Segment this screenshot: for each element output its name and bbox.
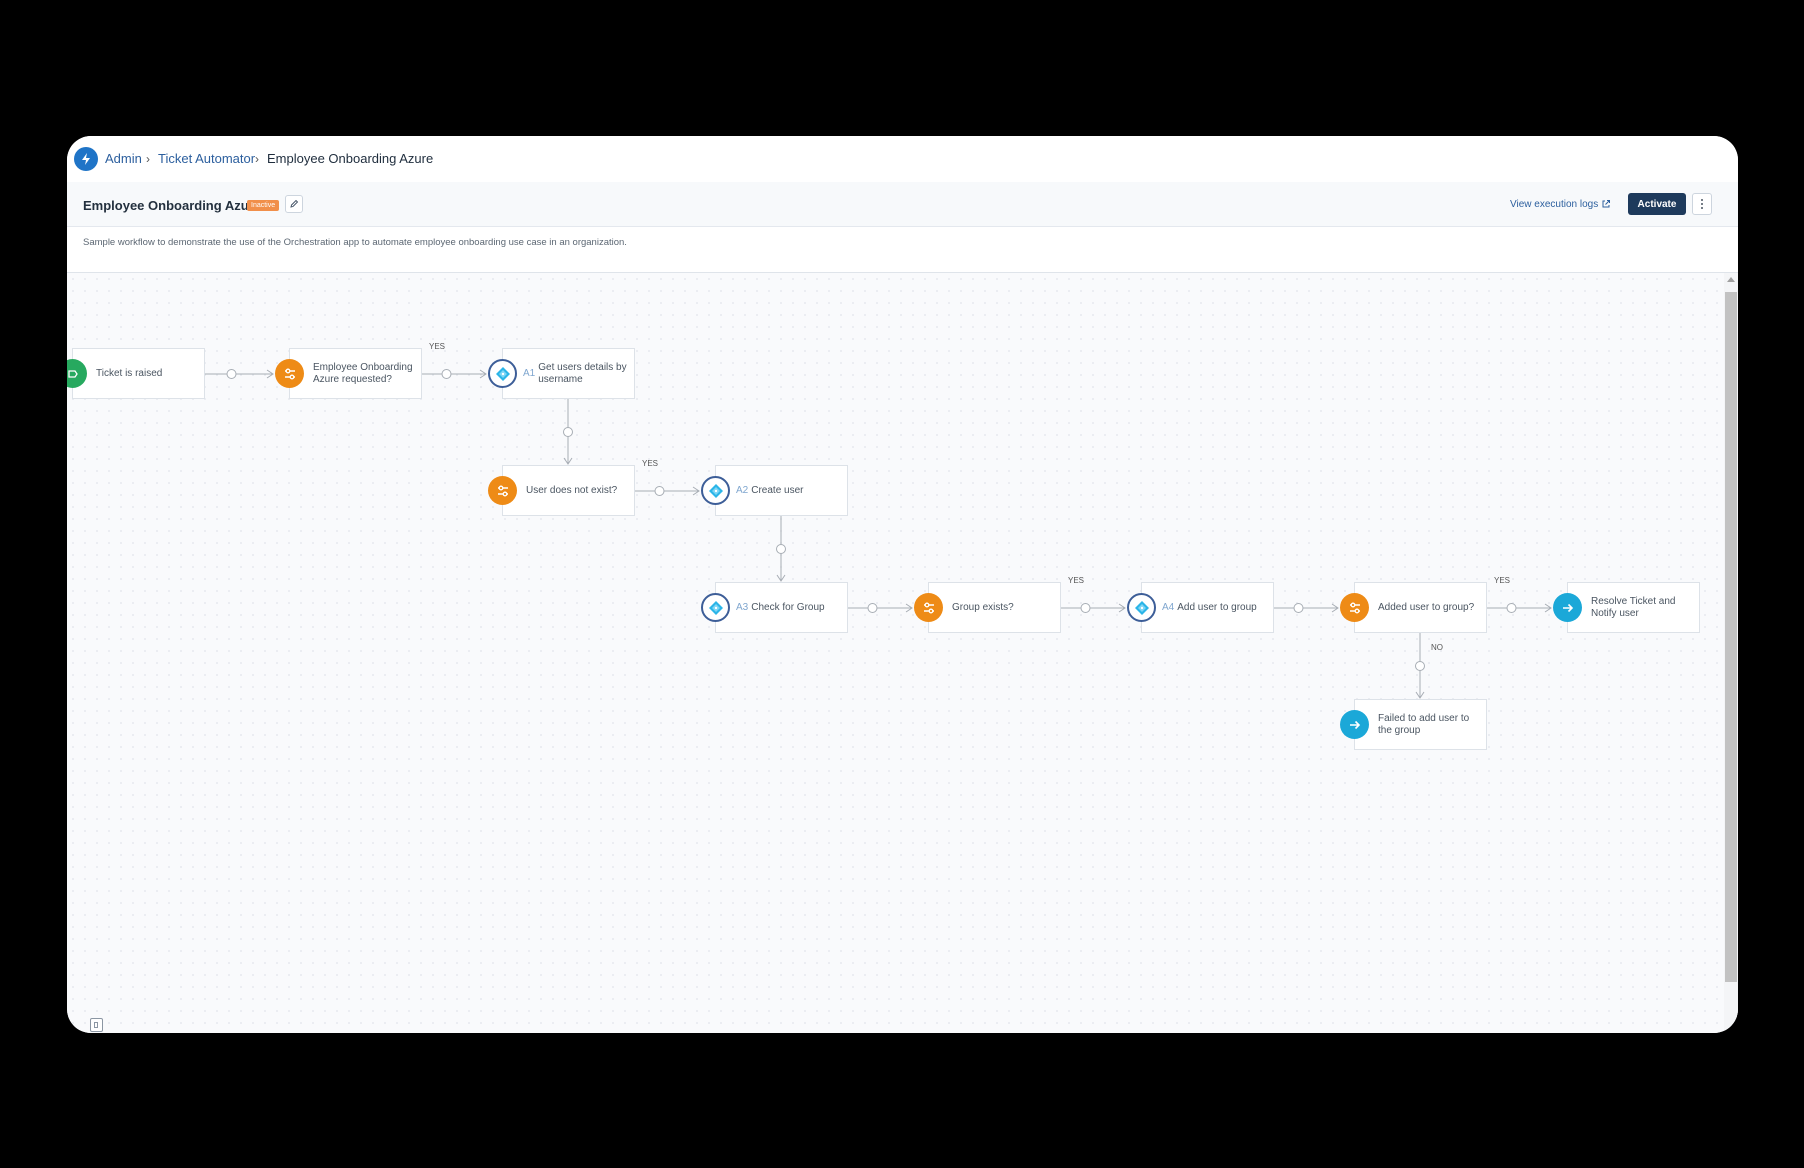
azure-ad-icon [1127, 593, 1156, 622]
add-step-handle[interactable] [1293, 603, 1304, 613]
node-label: Failed to add user to the group [1378, 712, 1470, 736]
add-step-handle[interactable] [654, 486, 665, 496]
workflow-node-condition-onboarding-requested[interactable]: Employee Onboarding Azure requested? [275, 348, 422, 399]
node-label: User does not exist? [526, 484, 618, 496]
edge-label-yes: YES [1494, 576, 1511, 585]
edge-label-yes: YES [1068, 576, 1085, 585]
condition-sliders-icon [488, 476, 517, 505]
breadcrumb-ticket-automator[interactable]: Ticket Automator [158, 152, 255, 166]
node-label: Group exists? [952, 601, 1014, 613]
workflow-node-a1-get-user-details[interactable]: A1 Get users details by username [488, 348, 635, 399]
app-window: Admin › Ticket Automator › Employee Onbo… [67, 136, 1738, 1033]
node-label: Resolve Ticket and Notify user [1591, 595, 1676, 619]
add-step-handle[interactable] [1080, 603, 1091, 613]
node-label: Employee Onboarding Azure requested? [313, 361, 413, 385]
node-prefix: A1 [523, 367, 536, 379]
workflow-node-resolve-ticket[interactable]: Resolve Ticket and Notify user [1553, 582, 1700, 633]
workflow-node-a4-add-user-to-group[interactable]: A4 Add user to group [1127, 582, 1274, 633]
scrollbar[interactable] [1724, 273, 1738, 1033]
condition-sliders-icon [914, 593, 943, 622]
condition-sliders-icon [1340, 593, 1369, 622]
node-prefix: A4 [1162, 601, 1175, 613]
edge-label-yes: YES [642, 459, 659, 468]
activate-button[interactable]: Activate [1628, 193, 1686, 215]
minimap-toggle-icon[interactable] [90, 1018, 103, 1032]
breadcrumb-current: Employee Onboarding Azure [267, 151, 434, 166]
azure-ad-icon [488, 359, 517, 388]
workflow-node-failed-add-user[interactable]: Failed to add user to the group [1340, 699, 1487, 750]
edge-label-yes: YES [429, 342, 446, 351]
top-bar: Admin › Ticket Automator › Employee Onbo… [67, 136, 1738, 183]
page-title: Employee Onboarding Azure [83, 198, 261, 213]
azure-ad-icon [701, 476, 730, 505]
add-step-handle[interactable] [563, 427, 573, 437]
node-label: Check for Group [751, 601, 825, 613]
azure-ad-icon [701, 593, 730, 622]
scrollbar-thumb[interactable] [1725, 292, 1737, 982]
add-step-handle[interactable] [867, 603, 878, 613]
node-label: Create user [751, 484, 804, 496]
edge-label-no: NO [1431, 643, 1443, 652]
external-link-icon [1602, 200, 1611, 208]
lightning-bolt-icon[interactable] [74, 147, 98, 171]
scroll-up-arrow-icon[interactable] [1727, 277, 1735, 282]
workflow-node-condition-added-to-group[interactable]: Added user to group? [1340, 582, 1487, 633]
arrow-right-icon [1340, 710, 1369, 739]
workflow-description: Sample workflow to demonstrate the use o… [83, 237, 627, 248]
breadcrumb-admin[interactable]: Admin [105, 152, 142, 166]
node-label: Get users details by username [538, 361, 627, 385]
chevron-right-icon: › [146, 152, 150, 166]
workflow-node-a2-create-user[interactable]: A2 Create user [701, 465, 848, 516]
add-step-handle[interactable] [1415, 661, 1425, 671]
add-step-handle[interactable] [441, 369, 452, 379]
workflow-node-ticket-raised[interactable]: Ticket is raised [67, 348, 205, 399]
edit-button[interactable] [285, 195, 303, 213]
vertical-ellipsis-icon [1701, 199, 1703, 209]
chevron-right-icon: › [255, 152, 259, 166]
pencil-icon [290, 199, 299, 208]
arrow-right-icon [1553, 593, 1582, 622]
more-options-button[interactable] [1692, 193, 1712, 215]
workflow-node-a3-check-group[interactable]: A3 Check for Group [701, 582, 848, 633]
workflow-node-condition-group-exists[interactable]: Group exists? [914, 582, 1061, 633]
view-logs-label: View execution logs [1510, 199, 1599, 210]
node-label: Ticket is raised [96, 367, 163, 379]
add-step-handle[interactable] [226, 369, 237, 379]
node-label: Add user to group [1177, 601, 1257, 613]
node-prefix: A3 [736, 601, 749, 613]
status-badge: Inactive [247, 200, 280, 211]
node-label: Added user to group? [1378, 601, 1475, 613]
condition-sliders-icon [275, 359, 304, 388]
view-execution-logs-link[interactable]: View execution logs [1510, 199, 1611, 210]
workflow-header: Employee Onboarding Azure Inactive View … [67, 182, 1738, 227]
trigger-icon [67, 359, 87, 388]
node-prefix: A2 [736, 484, 749, 496]
add-step-handle[interactable] [776, 544, 786, 554]
workflow-node-condition-user-not-exist[interactable]: User does not exist? [488, 465, 635, 516]
add-step-handle[interactable] [1506, 603, 1517, 613]
workflow-canvas[interactable]: Ticket is raised Employee Onboarding Azu… [67, 272, 1738, 1033]
